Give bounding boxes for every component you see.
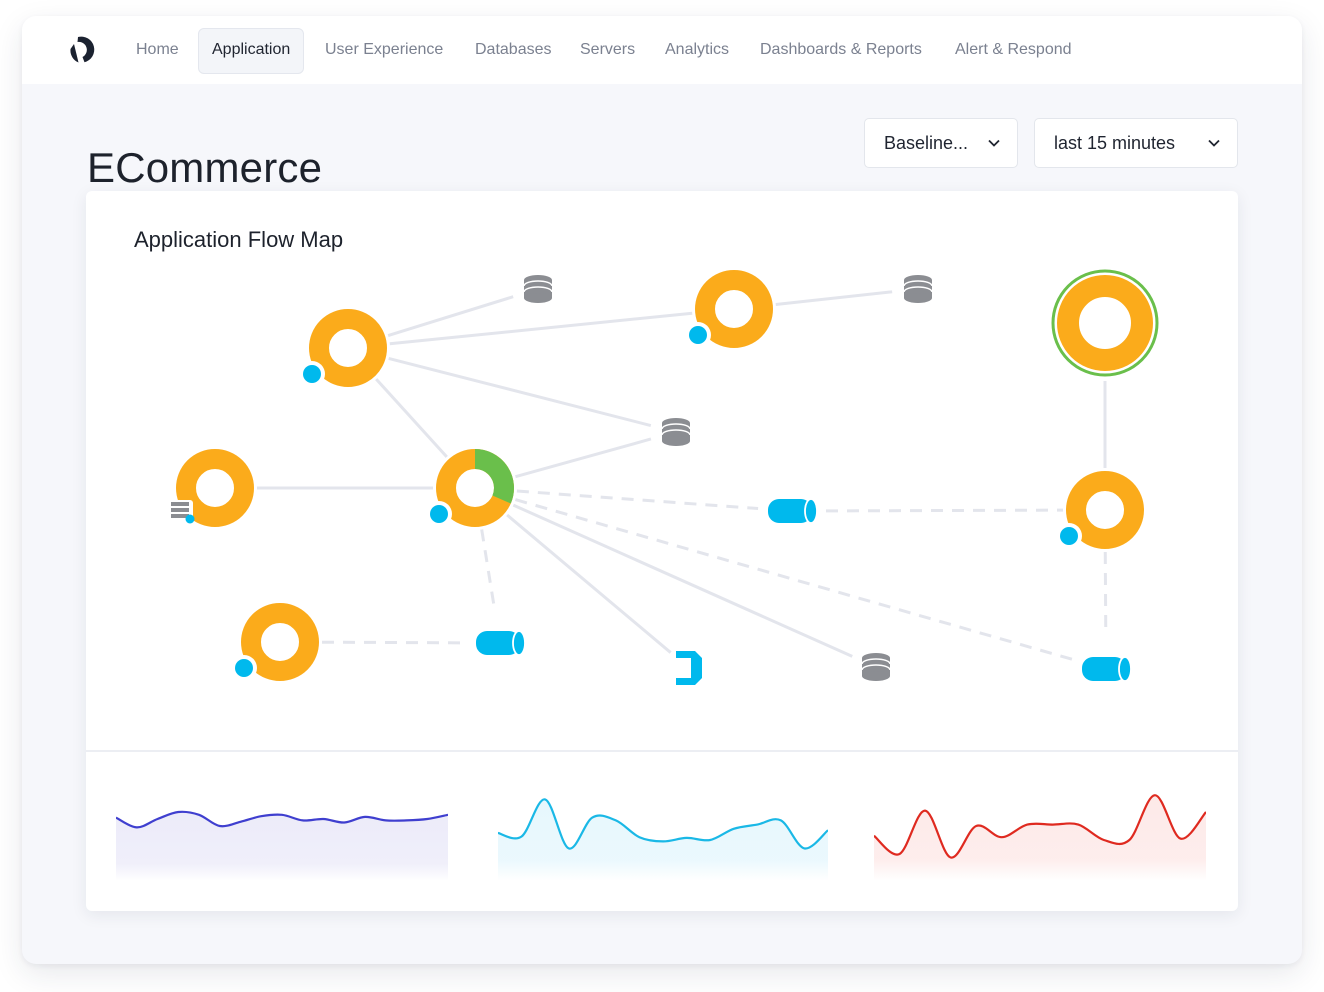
nav-dashboards-reports[interactable]: Dashboards & Reports [747, 28, 935, 72]
brand-logo-icon[interactable] [62, 32, 98, 68]
tier-ring [1066, 471, 1144, 549]
flow-edge-tier-a-tier-d[interactable] [375, 378, 448, 458]
nav-alert-respond[interactable]: Alert & Respond [942, 28, 1085, 72]
message-queue-icon[interactable] [475, 630, 526, 656]
baseline-select-value: Baseline... [884, 133, 969, 153]
top-navigation: Home Application User Experience Databas… [22, 16, 1302, 84]
remote-service-icon[interactable] [676, 651, 702, 685]
tier-ring [309, 309, 387, 387]
flow-edge-tier-d-queue-2[interactable] [480, 529, 497, 610]
sparkline-area [116, 811, 448, 881]
tier-node-tier-c[interactable] [1051, 269, 1159, 377]
sparkline-area [498, 799, 828, 881]
message-queue-icon[interactable] [1081, 656, 1132, 682]
sparkline-errors[interactable] [874, 781, 1206, 881]
nav-application[interactable]: Application [198, 28, 305, 74]
flow-edge-tier-d-db-3[interactable] [515, 437, 652, 479]
agent-badge-icon [235, 659, 253, 677]
nav-analytics[interactable]: Analytics [652, 28, 742, 72]
database-icon[interactable] [903, 274, 933, 304]
flow-edge-tier-d-queue-1[interactable] [516, 489, 759, 511]
nav-servers[interactable]: Servers [567, 28, 648, 72]
tier-ring [1057, 275, 1153, 371]
sparkline-response-time[interactable] [498, 781, 828, 881]
database-icon[interactable] [861, 652, 891, 682]
card-divider [86, 750, 1238, 752]
flow-map-card: Application Flow Map [86, 191, 1238, 911]
flow-edge-queue-1-tier-h[interactable] [825, 508, 1064, 513]
flow-edge-tier-a-db-3[interactable] [388, 356, 652, 428]
tier-node-tier-d[interactable] [426, 449, 514, 527]
tier-node-tier-h[interactable] [1056, 471, 1144, 549]
nav-home[interactable]: Home [123, 28, 192, 72]
database-icon[interactable] [523, 274, 553, 304]
agent-badge-icon [430, 505, 448, 523]
flow-edge-tier-h-queue-3[interactable] [1103, 551, 1108, 636]
flow-edge-tier-g-queue-2[interactable] [321, 640, 467, 645]
time-range-select-value: last 15 minutes [1054, 133, 1176, 153]
sparkline-area [874, 795, 1206, 881]
agent-badge-icon [689, 326, 707, 344]
chevron-down-icon [988, 139, 1000, 147]
tier-node-tier-f[interactable] [169, 449, 254, 527]
nodes-layer [169, 269, 1159, 685]
database-icon[interactable] [661, 417, 691, 447]
baseline-select[interactable]: Baseline... [864, 118, 1018, 168]
application-flow-map[interactable] [86, 191, 1238, 751]
list-icon-bar [171, 502, 189, 506]
health-arc [474, 449, 514, 504]
tier-node-tier-b[interactable] [685, 270, 773, 348]
chevron-down-icon [1208, 139, 1220, 147]
time-range-select[interactable]: last 15 minutes [1034, 118, 1238, 168]
tier-ring [241, 603, 319, 681]
tier-ring [176, 449, 254, 527]
tier-ring [695, 270, 773, 348]
agent-badge-icon [1060, 527, 1078, 545]
tier-node-tier-e[interactable] [231, 603, 319, 681]
message-queue-icon[interactable] [767, 498, 818, 524]
nav-user-experience[interactable]: User Experience [312, 28, 456, 72]
page-title: ECommerce [87, 144, 323, 192]
agent-badge-icon [303, 365, 321, 383]
flow-edge-tier-a-tier-b[interactable] [389, 311, 693, 346]
flow-edge-tier-d-queue-3[interactable] [514, 498, 1074, 662]
flow-edge-tier-b-db-2[interactable] [775, 290, 893, 306]
sparkline-load[interactable] [116, 781, 448, 881]
tier-node-tier-a[interactable] [299, 309, 387, 387]
app-window: Home Application User Experience Databas… [22, 16, 1302, 964]
list-icon-bar [171, 508, 189, 512]
flow-edge-tier-a-db-1[interactable] [387, 295, 514, 337]
list-icon-dot [185, 514, 195, 524]
nav-databases[interactable]: Databases [462, 28, 565, 72]
